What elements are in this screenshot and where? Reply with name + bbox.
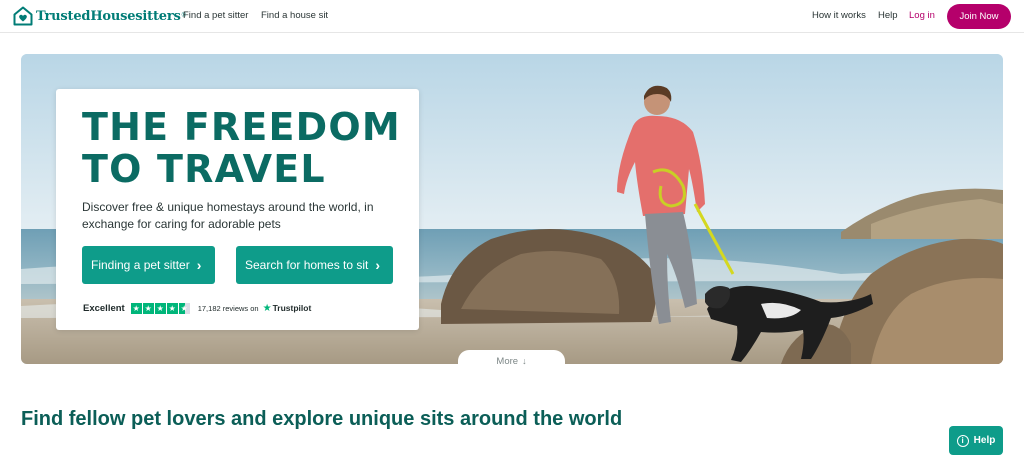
hero-headline: THE FREEDOM TO TRAVEL: [82, 106, 401, 190]
logo-link[interactable]: TrustedHousesitters ®: [13, 6, 186, 26]
search-homes-button-label: Search for homes to sit: [245, 258, 369, 272]
nav-help[interactable]: Help: [878, 10, 898, 21]
arrow-down-icon: ↓: [522, 356, 527, 366]
trustpilot-star-icon: ★: [262, 302, 272, 314]
chevron-right-icon: ›: [375, 257, 381, 273]
hero-headline-line1: THE FREEDOM: [82, 105, 401, 149]
nav-find-house-sit[interactable]: Find a house sit: [261, 10, 328, 21]
nav-find-pet-sitter[interactable]: Find a pet sitter: [183, 10, 248, 21]
logo-text: TrustedHousesitters: [36, 8, 181, 24]
help-widget-button[interactable]: i Help: [949, 426, 1003, 455]
info-icon: i: [956, 434, 969, 447]
star-icon: ★: [166, 302, 178, 314]
trustpilot-brand: Trustpilot: [272, 303, 312, 313]
nav-how-it-works[interactable]: How it works: [812, 10, 866, 21]
section-title: Find fellow pet lovers and explore uniqu…: [21, 408, 623, 430]
trustpilot-rating-label: Excellent: [83, 302, 125, 314]
house-heart-icon: [13, 6, 33, 26]
login-link[interactable]: Log in: [909, 10, 935, 21]
more-button[interactable]: More ↓: [458, 350, 565, 372]
more-label: More: [496, 355, 519, 367]
trustpilot-stars: ★ ★ ★ ★ ★: [130, 302, 191, 314]
hero-card: THE FREEDOM TO TRAVEL Discover free & un…: [56, 89, 419, 330]
star-icon: ★: [142, 302, 154, 314]
hero-subtext: Discover free & unique homestays around …: [82, 200, 374, 231]
half-star-icon: ★: [178, 302, 190, 314]
find-pet-sitter-button-label: Finding a pet sitter: [91, 258, 190, 272]
top-navigation: TrustedHousesitters ® Find a pet sitter F…: [0, 0, 1024, 33]
trustpilot-review-count: 17,182 reviews on: [197, 303, 259, 313]
star-icon: ★: [154, 302, 166, 314]
hero-headline-line2: TO TRAVEL: [82, 147, 326, 191]
help-widget-label: Help: [973, 435, 996, 446]
chevron-right-icon: ›: [196, 257, 202, 273]
star-icon: ★: [130, 302, 142, 314]
join-now-button[interactable]: Join Now: [947, 4, 1011, 29]
search-homes-button[interactable]: Search for homes to sit ›: [236, 246, 393, 284]
find-pet-sitter-button[interactable]: Finding a pet sitter ›: [82, 246, 215, 284]
trustpilot-widget[interactable]: Excellent ★ ★ ★ ★ ★ 17,182 reviews on ★ …: [83, 301, 311, 315]
